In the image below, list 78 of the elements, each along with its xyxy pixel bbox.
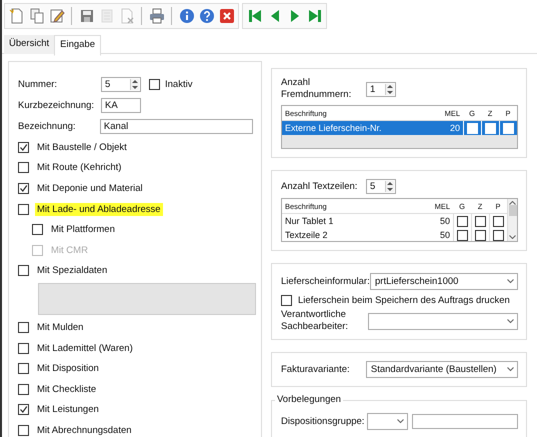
scrollbar[interactable] (507, 199, 517, 241)
table-cell-text: 50 (438, 216, 451, 226)
input-field[interactable] (412, 414, 518, 429)
field-label: Nummer: (18, 79, 58, 90)
tab[interactable]: Eingabe (54, 35, 101, 56)
new-document-icon[interactable] (8, 6, 25, 24)
copy-icon[interactable] (28, 6, 45, 24)
checkbox[interactable] (18, 342, 29, 354)
field-label: Dispositionsgruppe: (281, 416, 363, 427)
checkbox[interactable] (18, 142, 29, 153)
checkbox[interactable] (18, 384, 29, 395)
checkbox[interactable] (32, 224, 43, 236)
input-field[interactable]: KA (101, 98, 141, 113)
field-label: Lieferscheinformular: (281, 276, 367, 287)
field-label: Kurzbezeichnung: (18, 100, 96, 111)
tab[interactable]: Übersicht (4, 35, 54, 54)
checkbox[interactable] (18, 424, 29, 436)
option-label: Mit Leistungen (36, 403, 100, 416)
spin-arrows-icon (130, 79, 139, 90)
field-label: Verantwortliche Sachbearbeiter: (281, 309, 350, 333)
checkbox[interactable] (281, 295, 292, 306)
number-field[interactable]: 5 (101, 77, 141, 92)
checkbox-label: Inaktiv (165, 79, 194, 90)
field-label: Bezeichnung: (18, 121, 77, 132)
option-label: Mit Plattformen (50, 223, 116, 236)
chevron-down-icon (507, 318, 514, 324)
checkbox[interactable] (18, 204, 29, 215)
option-label: Mit Abrechnungsdaten (36, 424, 133, 437)
checkbox[interactable] (475, 230, 486, 240)
option-label: Mit Spezialdaten (36, 264, 108, 278)
option-label: Mit Disposition (36, 362, 100, 376)
option-label: Mit Mulden (36, 320, 84, 334)
checkbox[interactable] (149, 79, 160, 90)
option-label: Mit Route (Kehricht) (36, 161, 122, 174)
highlighted-option-label: Mit Lade- und Abladeadresse (35, 202, 163, 216)
printer-icon[interactable] (148, 6, 165, 24)
spin-arrows-icon (385, 84, 394, 94)
group-title: Vorbelegungen (275, 394, 343, 405)
field-label: Anzahl Textzeilen: (281, 180, 358, 192)
option-label: Mit Baustelle / Objekt (36, 140, 128, 154)
spin-arrows-icon (385, 181, 394, 192)
close-icon[interactable] (218, 6, 235, 24)
checkbox-label: Lieferschein beim Speichern des Auftrags drucken (298, 295, 510, 306)
checkbox[interactable] (18, 322, 29, 333)
number-field[interactable]: 1 (366, 82, 396, 96)
field-label: Anzahl Fremdnummern: (281, 77, 352, 101)
field-label: Fakturavariante: (281, 364, 351, 375)
table-cell-text: 50 (438, 230, 451, 240)
table-cell-text: 20 (448, 123, 461, 133)
table-cell-text: Textzeile 2 (284, 230, 329, 240)
checkbox[interactable] (475, 216, 486, 226)
option-label: Mit Deponie und Material (36, 182, 144, 195)
checkbox[interactable] (493, 216, 504, 226)
chevron-down-icon (507, 367, 514, 372)
checkbox[interactable] (18, 404, 29, 416)
table-cell-text: Nur Tablet 1 (284, 216, 334, 226)
help-icon[interactable] (198, 6, 215, 24)
option-label: Mit CMR (50, 244, 89, 257)
input-field[interactable]: Kanal (100, 119, 253, 134)
number-field[interactable]: 5 (366, 179, 396, 194)
dropdown[interactable]: prtLieferschein1000 (370, 273, 518, 290)
chevron-up-icon (509, 201, 516, 205)
chevron-down-icon (509, 235, 516, 239)
option-label: Mit Checkliste (36, 382, 98, 396)
table-cell-text: Externe Lieferschein-Nr. (284, 123, 383, 133)
option-label: Mit Lademittel (Waren) (36, 342, 134, 355)
checkbox[interactable] (493, 230, 504, 240)
checkbox[interactable] (18, 162, 29, 174)
chevron-down-icon (507, 279, 514, 284)
checkbox[interactable] (18, 265, 29, 276)
checkbox[interactable] (457, 230, 468, 240)
checkbox[interactable] (18, 363, 29, 374)
checkbox[interactable] (457, 216, 468, 226)
chevron-down-icon (397, 419, 404, 424)
pencil-icon[interactable] (48, 6, 65, 24)
info-icon[interactable] (178, 6, 195, 24)
checkbox[interactable] (18, 182, 29, 194)
dropdown[interactable]: Standardvariante (Baustellen) (366, 361, 518, 378)
